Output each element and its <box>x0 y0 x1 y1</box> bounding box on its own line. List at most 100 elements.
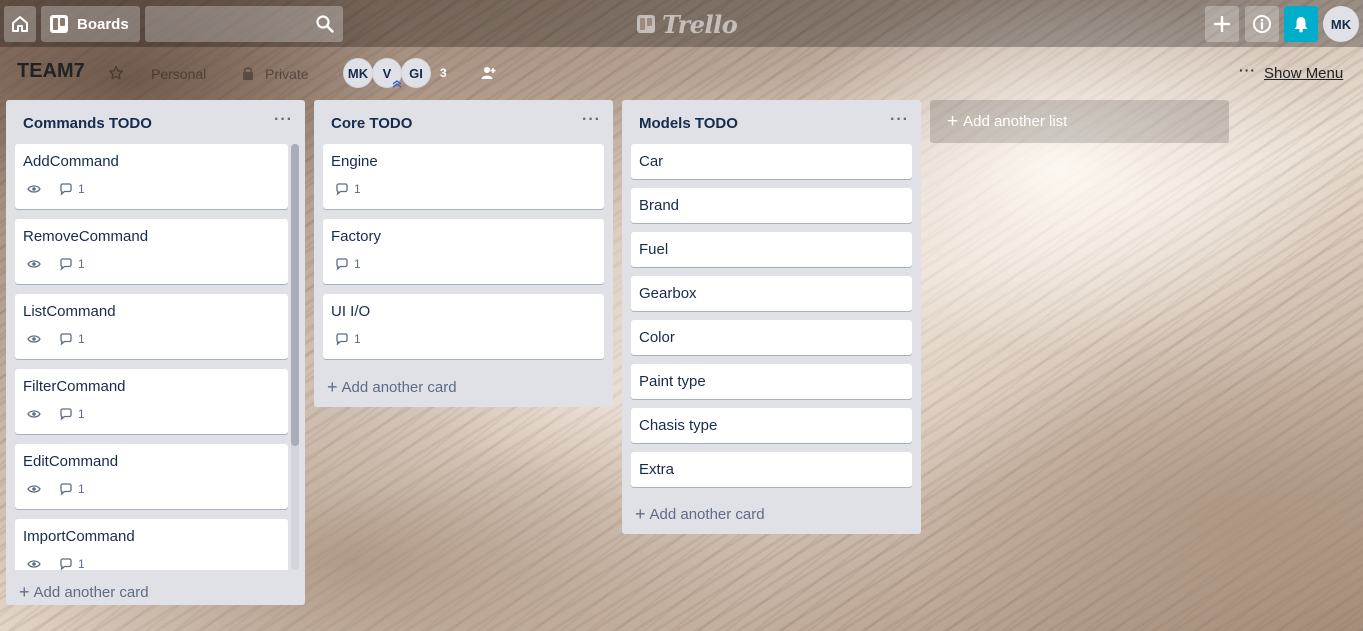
comment-count: 1 <box>78 482 85 496</box>
card[interactable]: Fuel <box>631 232 912 267</box>
eye-icon <box>27 410 41 418</box>
home-icon <box>12 16 28 32</box>
member-avatar[interactable]: GI <box>401 58 431 88</box>
add-card-button[interactable]: + Add another card <box>19 583 149 601</box>
card[interactable]: RemoveCommand 1 <box>15 219 288 284</box>
list-menu-icon[interactable]: ··· <box>274 111 293 129</box>
comment-count: 1 <box>78 182 85 196</box>
add-card-label: Add another card <box>649 505 765 523</box>
card-badges: 1 <box>335 332 361 346</box>
card-title: Gearbox <box>639 285 697 302</box>
boards-icon <box>50 15 68 33</box>
comment-count: 1 <box>78 332 85 346</box>
list-title[interactable]: Models TODO <box>639 115 738 132</box>
card[interactable]: Color <box>631 320 912 355</box>
star-icon[interactable] <box>108 65 124 81</box>
trello-logo[interactable]: Trello <box>636 9 738 39</box>
eye-icon <box>27 560 41 568</box>
comment-icon <box>60 558 72 570</box>
list-title[interactable]: Commands TODO <box>23 115 152 132</box>
search-input[interactable] <box>145 6 310 42</box>
list-menu-icon[interactable]: ··· <box>890 111 909 129</box>
card[interactable]: Paint type <box>631 364 912 399</box>
comment-icon <box>60 183 72 196</box>
comment-icon <box>60 333 72 346</box>
list-header[interactable]: Core TODO ··· <box>314 100 613 144</box>
info-icon <box>1253 15 1271 33</box>
card[interactable]: Extra <box>631 452 912 487</box>
notifications-button[interactable] <box>1284 6 1318 42</box>
user-avatar[interactable]: MK <box>1323 6 1359 42</box>
team-button[interactable]: Personal <box>151 66 206 82</box>
card-badges: 1 <box>335 182 361 196</box>
logo-text: Trello <box>662 9 738 39</box>
card[interactable]: Brand <box>631 188 912 223</box>
home-button[interactable] <box>4 6 36 42</box>
list-core-todo: Core TODO ··· Engine 1 Factory 1 UI I/O … <box>314 100 613 407</box>
list-header[interactable]: Commands TODO ··· <box>6 100 305 144</box>
comment-count: 1 <box>354 182 361 196</box>
plus-icon: + <box>327 377 338 397</box>
search-icon[interactable] <box>315 14 335 34</box>
comment-count: 1 <box>354 332 361 346</box>
eye-icon <box>27 335 41 343</box>
card[interactable]: ListCommand 1 <box>15 294 288 359</box>
card[interactable]: Gearbox <box>631 276 912 311</box>
info-button[interactable] <box>1245 6 1279 42</box>
card-badges: 1 <box>27 407 85 421</box>
card-title: AddCommand <box>23 153 119 170</box>
show-menu-link[interactable]: Show Menu <box>1264 65 1343 82</box>
bell-icon <box>1294 17 1308 33</box>
list-models-todo: Models TODO ··· Car Brand Fuel Gearbox C… <box>622 100 921 534</box>
card[interactable]: Chasis type <box>631 408 912 443</box>
member-count[interactable]: 3 <box>440 66 447 80</box>
card-title: Factory <box>331 228 382 245</box>
card-title: ImportCommand <box>23 528 135 545</box>
search-box[interactable] <box>145 6 343 42</box>
add-list-button[interactable]: + Add another list <box>930 100 1229 143</box>
add-card-label: Add another card <box>341 378 457 396</box>
plus-icon: + <box>947 111 959 132</box>
scrollbar-thumb[interactable] <box>291 144 299 446</box>
card[interactable]: ImportCommand 1 <box>15 519 288 570</box>
comment-count: 1 <box>78 557 85 570</box>
card-title: FilterCommand <box>23 378 126 395</box>
list-menu-icon[interactable]: ··· <box>582 111 601 129</box>
member-avatar[interactable]: MK <box>343 58 373 88</box>
add-list-label: Add another list <box>963 113 1068 130</box>
board-title[interactable]: TEAM7 <box>17 60 85 83</box>
card[interactable]: Factory 1 <box>323 219 604 284</box>
card-title: RemoveCommand <box>23 228 149 245</box>
plus-icon <box>1214 16 1230 32</box>
card-title: EditCommand <box>23 453 119 470</box>
list-header[interactable]: Models TODO ··· <box>622 100 921 144</box>
card-title: UI I/O <box>331 303 371 320</box>
card-badges: 1 <box>27 182 85 196</box>
boards-button[interactable]: Boards <box>41 6 140 42</box>
privacy-button[interactable]: Private <box>265 66 309 82</box>
list-title[interactable]: Core TODO <box>331 115 412 132</box>
comment-icon <box>336 183 348 196</box>
card-title: Extra <box>639 461 675 478</box>
card[interactable]: AddCommand 1 <box>15 144 288 209</box>
add-card-button[interactable]: + Add another card <box>635 505 765 523</box>
card[interactable]: FilterCommand 1 <box>15 369 288 434</box>
card[interactable]: UI I/O 1 <box>323 294 604 359</box>
eye-icon <box>27 485 41 493</box>
card[interactable]: EditCommand 1 <box>15 444 288 509</box>
add-card-button[interactable]: + Add another card <box>327 378 457 396</box>
add-member-icon[interactable] <box>480 65 496 81</box>
lock-icon <box>243 67 253 80</box>
comment-icon <box>60 483 72 496</box>
eye-icon <box>27 185 41 193</box>
card-container: AddCommand 1 RemoveCommand 1 ListCommand… <box>6 144 291 570</box>
card-title: Car <box>639 153 664 170</box>
menu-dots-icon[interactable]: ··· <box>1239 62 1256 78</box>
add-card-label: Add another card <box>33 583 149 601</box>
card[interactable]: Engine 1 <box>323 144 604 209</box>
comment-count: 1 <box>78 407 85 421</box>
eye-icon <box>27 260 41 268</box>
create-button[interactable] <box>1205 6 1239 42</box>
card[interactable]: Car <box>631 144 912 179</box>
plus-icon: + <box>19 582 30 602</box>
